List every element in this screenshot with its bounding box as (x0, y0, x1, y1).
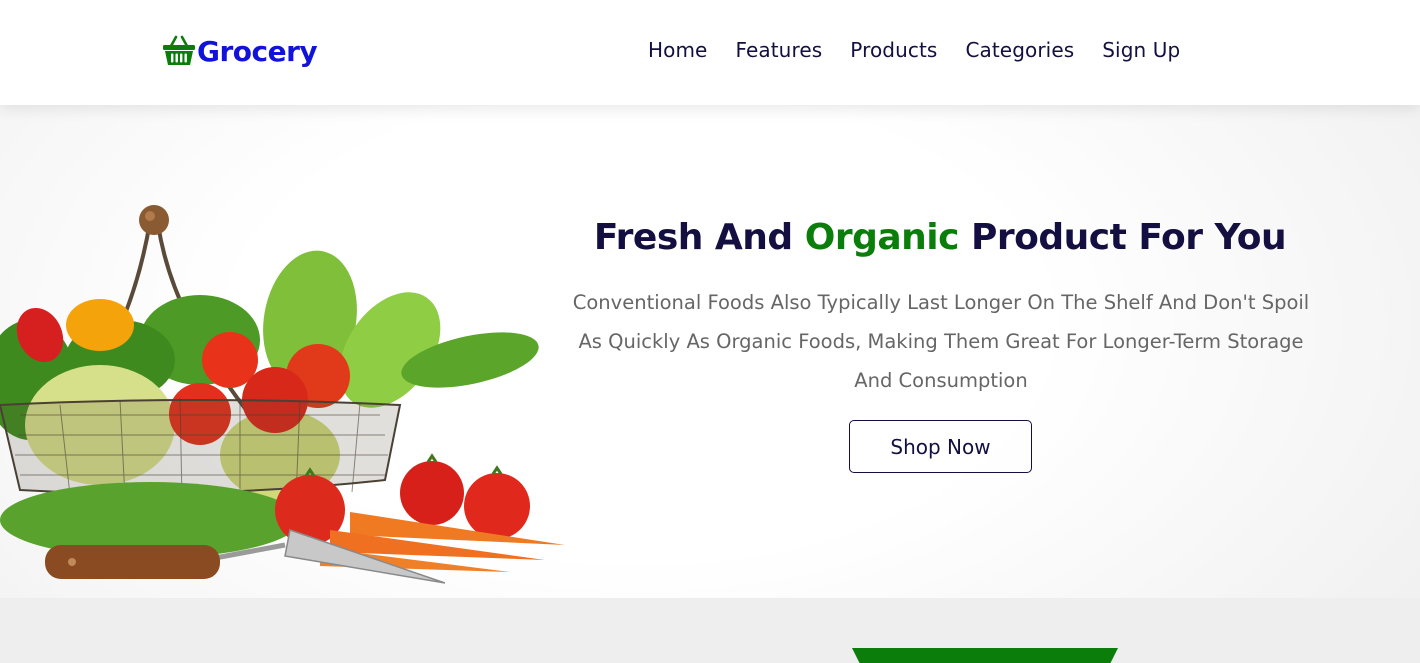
hero-title-part2: Product For You (958, 217, 1287, 258)
nav-sign-up[interactable]: Sign Up (1102, 38, 1180, 62)
site-header: Grocery Home Features Products Categorie… (0, 0, 1420, 105)
hero-title: Fresh And Organic Product For You (580, 217, 1300, 258)
next-section (0, 598, 1420, 663)
vegetable-basket-image (0, 205, 565, 584)
section-heading-tab (852, 648, 1118, 663)
shopping-basket-icon (163, 35, 195, 65)
nav-products[interactable]: Products (850, 38, 937, 62)
nav-categories[interactable]: Categories (965, 38, 1074, 62)
brand-logo[interactable]: Grocery (162, 34, 318, 68)
shop-now-button[interactable]: Shop Now (849, 420, 1032, 473)
hero-section: Fresh And Organic Product For You Conven… (0, 105, 1420, 598)
main-nav: Home Features Products Categories Sign U… (648, 38, 1208, 62)
hero-title-part1: Fresh And (593, 217, 805, 258)
nav-home[interactable]: Home (648, 38, 707, 62)
hero-title-highlight: Organic (804, 217, 960, 258)
brand-name: Grocery (197, 34, 318, 68)
nav-features[interactable]: Features (735, 38, 822, 62)
hero-description: Conventional Foods Also Typically Last L… (572, 291, 1310, 392)
